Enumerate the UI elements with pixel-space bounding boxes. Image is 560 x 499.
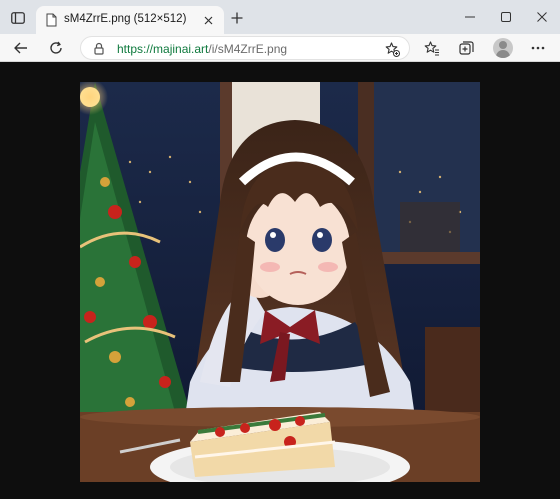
minimize-button[interactable]: [458, 7, 482, 27]
tab-strip: sM4ZrrE.png (512×512): [0, 0, 560, 34]
tab-title: sM4ZrrE.png (512×512): [64, 13, 187, 25]
displayed-image[interactable]: [80, 82, 480, 482]
close-icon: [204, 16, 212, 24]
anime-illustration: [80, 82, 480, 482]
collections-button[interactable]: [456, 37, 478, 59]
active-tab[interactable]: sM4ZrrE.png (512×512): [36, 6, 224, 34]
address-bar[interactable]: https://majinai.art/i/sM4ZrrE.png: [80, 36, 410, 60]
plus-icon: [231, 12, 243, 24]
url-path: /i/sM4ZrrE.png: [208, 42, 288, 56]
url-scheme: https://: [117, 42, 154, 56]
favorites-icon: [424, 40, 439, 55]
page-icon: [46, 13, 57, 27]
tab-actions-button[interactable]: [8, 9, 28, 27]
lock-icon[interactable]: [93, 42, 105, 55]
window-close-button[interactable]: [530, 7, 554, 27]
refresh-button[interactable]: [45, 37, 67, 59]
favorites-button[interactable]: [421, 37, 443, 59]
minimize-icon: [465, 16, 475, 18]
add-favorite-button[interactable]: [383, 40, 401, 58]
tab-close-button[interactable]: [200, 12, 216, 28]
refresh-icon: [50, 41, 62, 54]
maximize-icon: [501, 12, 511, 22]
navigation-toolbar: https://majinai.art/i/sM4ZrrE.png: [0, 34, 560, 62]
new-tab-button[interactable]: [228, 9, 246, 27]
settings-menu-button[interactable]: [527, 37, 549, 59]
close-icon: [537, 12, 547, 22]
page-viewport: [0, 63, 560, 499]
ellipsis-icon: [531, 46, 545, 50]
star-add-icon: [385, 41, 400, 57]
tab-actions-icon: [11, 12, 25, 24]
back-button[interactable]: [10, 37, 32, 59]
profile-avatar[interactable]: [493, 38, 513, 58]
url-host: majinai.art: [153, 42, 209, 56]
collections-icon: [459, 41, 474, 55]
back-arrow-icon: [14, 42, 27, 54]
maximize-button[interactable]: [494, 7, 518, 27]
url-text: https://majinai.art/i/sM4ZrrE.png: [117, 42, 287, 56]
